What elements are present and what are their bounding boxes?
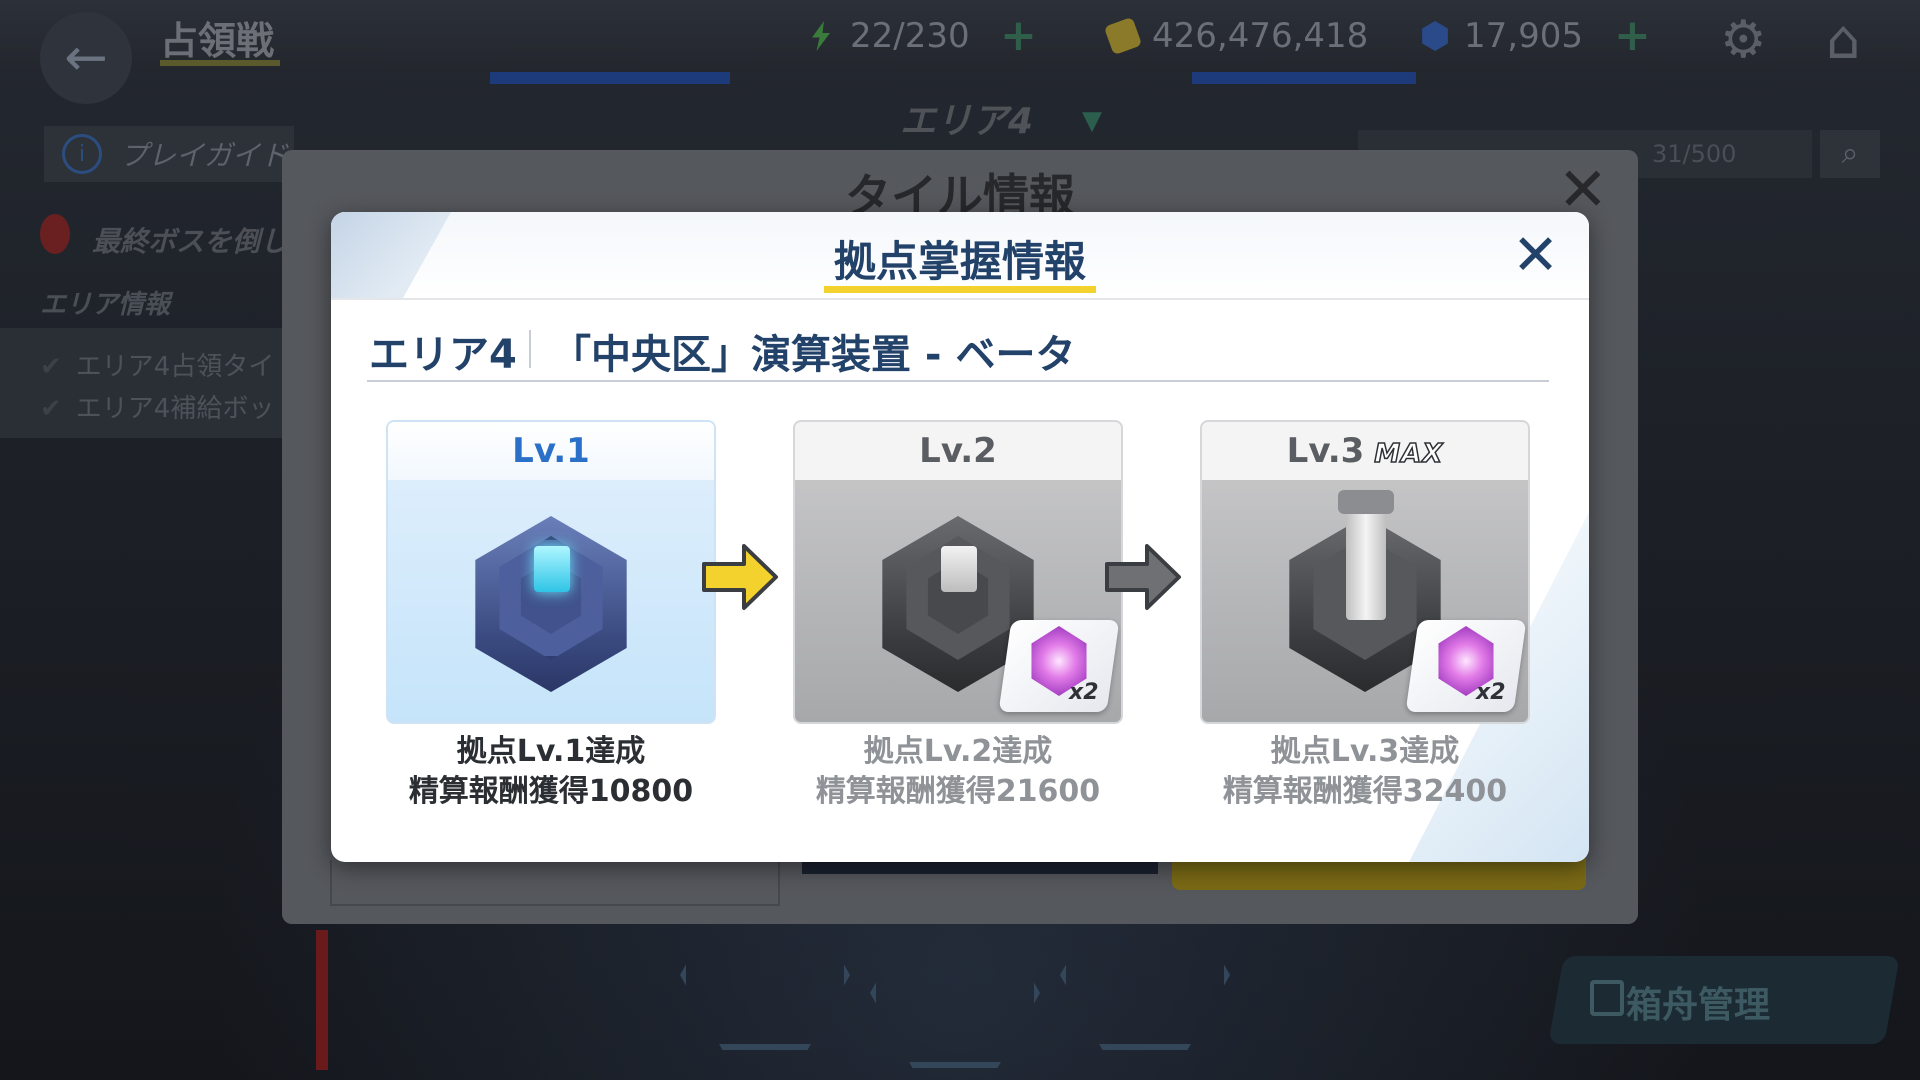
info-icon: i: [62, 134, 102, 174]
energy-core-icon: [534, 546, 570, 592]
add-stamina-button[interactable]: +: [1000, 10, 1037, 61]
level-reward: 精算報酬獲得21600: [815, 774, 1101, 809]
tile-info-bar: [802, 860, 1158, 874]
arrow-right-icon: [702, 544, 778, 610]
coin-value: 426,476,418: [1152, 16, 1369, 56]
level-reward: 精算報酬獲得10800: [408, 774, 694, 809]
level-achievement: 拠点Lv.1達成: [456, 734, 646, 769]
level-achievement: 拠点Lv.3達成: [1270, 734, 1460, 769]
stamina-counter: 22/230: [806, 16, 970, 56]
check-icon: ✔: [40, 394, 62, 424]
close-icon[interactable]: ✕: [1558, 160, 1608, 220]
max-badge: MAX: [1374, 438, 1444, 470]
hangar-button-label: 箱舟管理: [1626, 985, 1771, 1026]
level-card-3: Lv.3 MAX x2: [1200, 420, 1530, 724]
play-guide-label: プレイガイド: [120, 139, 289, 172]
separator: [529, 330, 531, 368]
scene-title: 占領戦: [160, 19, 275, 63]
crystal-counter: 17,905: [1420, 16, 1583, 56]
scene-title-underline: [160, 60, 280, 66]
objective-item: ✔ エリア4占領タイ: [40, 346, 274, 383]
tower-top-icon: [1338, 490, 1394, 514]
level-reward: 精算報酬獲得32400: [1222, 774, 1508, 809]
objective-label: エリア4補給ボッ: [75, 394, 275, 424]
level-card-1: Lv.1: [386, 420, 716, 724]
tower-icon: [1346, 500, 1386, 620]
stamina-bolt-icon: [812, 21, 830, 51]
play-guide-button[interactable]: i プレイガイド: [44, 126, 294, 182]
base-control-info-modal: 拠点掌握情報 ✕ エリア4 「中央区」演算装置 - ベータ Lv.1 Lv.2 …: [331, 212, 1589, 862]
level-2-description: 拠点Lv.2達成 精算報酬獲得21600: [793, 732, 1123, 812]
header-blue-strip: [1192, 72, 1416, 84]
background-red-line: [316, 930, 328, 1070]
area-info-heading: エリア情報: [40, 290, 171, 320]
level-header: Lv.3 MAX: [1202, 422, 1528, 480]
tower-core-icon: [941, 546, 977, 592]
add-crystal-button[interactable]: +: [1614, 10, 1651, 61]
progress-value: 31/500: [1652, 140, 1737, 168]
chevron-down-icon[interactable]: ▼: [1082, 106, 1102, 136]
arrow-right-icon: [1105, 544, 1181, 610]
coin-counter: 426,476,418: [1103, 16, 1369, 56]
coin-icon: [1103, 16, 1143, 56]
level-3-description: 拠点Lv.3達成 精算報酬獲得32400: [1200, 732, 1530, 812]
level-achievement: 拠点Lv.2達成: [863, 734, 1053, 769]
level-label: Lv.1: [388, 422, 714, 480]
objective-item: ✔ エリア4補給ボッ: [40, 388, 274, 425]
crystal-icon: [1422, 21, 1448, 51]
tile-info-grid: [330, 860, 780, 906]
level-label: Lv.3: [1286, 431, 1365, 471]
back-arrow-icon: ←: [64, 28, 108, 88]
title-underline: [824, 286, 1096, 293]
objective-label: エリア4占領タイ: [75, 352, 275, 382]
level-label: Lv.2: [795, 422, 1121, 480]
area-selector-label[interactable]: エリア4: [900, 92, 1033, 144]
level-1-description: 拠点Lv.1達成 精算報酬獲得10800: [386, 732, 716, 812]
modal-title: 拠点掌握情報: [833, 237, 1086, 286]
settings-gear-icon[interactable]: ⚙: [1720, 10, 1767, 70]
reward-count: x2: [1476, 680, 1506, 705]
close-icon[interactable]: ✕: [1512, 228, 1559, 284]
check-icon: ✔: [40, 352, 62, 382]
reward-count: x2: [1069, 680, 1099, 705]
search-icon[interactable]: ⌕: [1820, 130, 1880, 178]
boss-objective-text: 最終ボスを倒し: [92, 225, 289, 258]
area-name: エリア4: [369, 332, 517, 378]
alert-icon: [40, 214, 70, 254]
divider: [367, 380, 1549, 382]
home-icon[interactable]: ⌂: [1826, 8, 1860, 71]
level-card-2: Lv.2 x2: [793, 420, 1123, 724]
tile-name: 「中央区」演算装置 - ベータ: [551, 332, 1076, 378]
hangar-icon: [1590, 980, 1624, 1016]
stamina-value: 22/230: [850, 16, 970, 56]
back-button[interactable]: ←: [40, 12, 132, 104]
header-blue-strip: [490, 72, 730, 84]
crystal-value: 17,905: [1464, 16, 1583, 56]
